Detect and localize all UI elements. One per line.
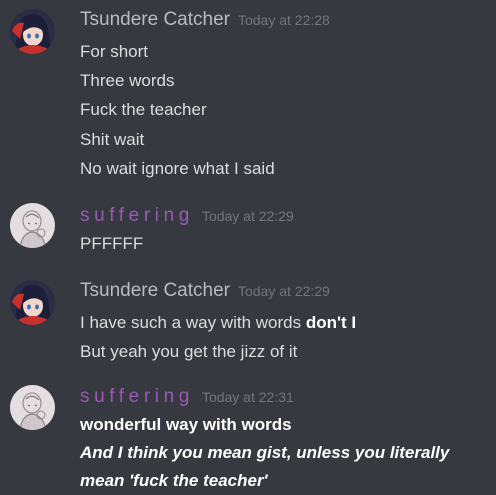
message-header: suffering Today at 22:29 — [80, 205, 294, 227]
message-line: But yeah you get the jizz of it — [80, 342, 298, 361]
avatar-suffering[interactable] — [10, 203, 55, 248]
message-header: suffering Today at 22:31 — [80, 386, 294, 408]
avatar-suffering[interactable] — [10, 385, 55, 430]
message-line: I have such a way with words don't I — [80, 313, 356, 333]
message-line: For short — [80, 42, 149, 61]
message-line-italic: mean 'fuck the teacher' — [80, 471, 268, 490]
message-line: Fuck the teacher — [80, 100, 207, 119]
message-line: No wait ignore what I said — [80, 159, 275, 178]
message-line: Shit wait — [80, 130, 145, 149]
timestamp: Today at 22:28 — [237, 12, 330, 28]
message-header: Tsundere Catcher Today at 22:28 — [80, 9, 330, 31]
message-text-bold: don't I — [305, 313, 357, 332]
timestamp: Today at 22:29 — [201, 208, 294, 224]
avatar-tsundere-catcher[interactable] — [10, 280, 55, 325]
username[interactable]: Tsundere Catcher — [80, 9, 230, 30]
username[interactable]: Tsundere Catcher — [80, 280, 230, 301]
message-line-italic: And I think you mean gist, unless you li… — [80, 443, 450, 462]
timestamp: Today at 22:31 — [201, 389, 294, 405]
message-line: Three words — [80, 71, 175, 90]
message-header: Tsundere Catcher Today at 22:29 — [80, 280, 330, 302]
avatar-tsundere-catcher[interactable] — [10, 9, 55, 54]
anime-girl-avatar-icon — [10, 9, 55, 54]
username[interactable]: suffering — [80, 205, 194, 226]
username[interactable]: suffering — [80, 386, 194, 407]
timestamp: Today at 22:29 — [237, 283, 330, 299]
message-line-bold: wonderful way with words — [80, 415, 292, 434]
sketch-figure-avatar-icon — [10, 203, 55, 248]
sketch-figure-avatar-icon — [10, 385, 55, 430]
message-line: PFFFFF — [80, 234, 144, 253]
anime-girl-avatar-icon — [10, 280, 55, 325]
message-text: I have such a way with words — [80, 313, 306, 332]
